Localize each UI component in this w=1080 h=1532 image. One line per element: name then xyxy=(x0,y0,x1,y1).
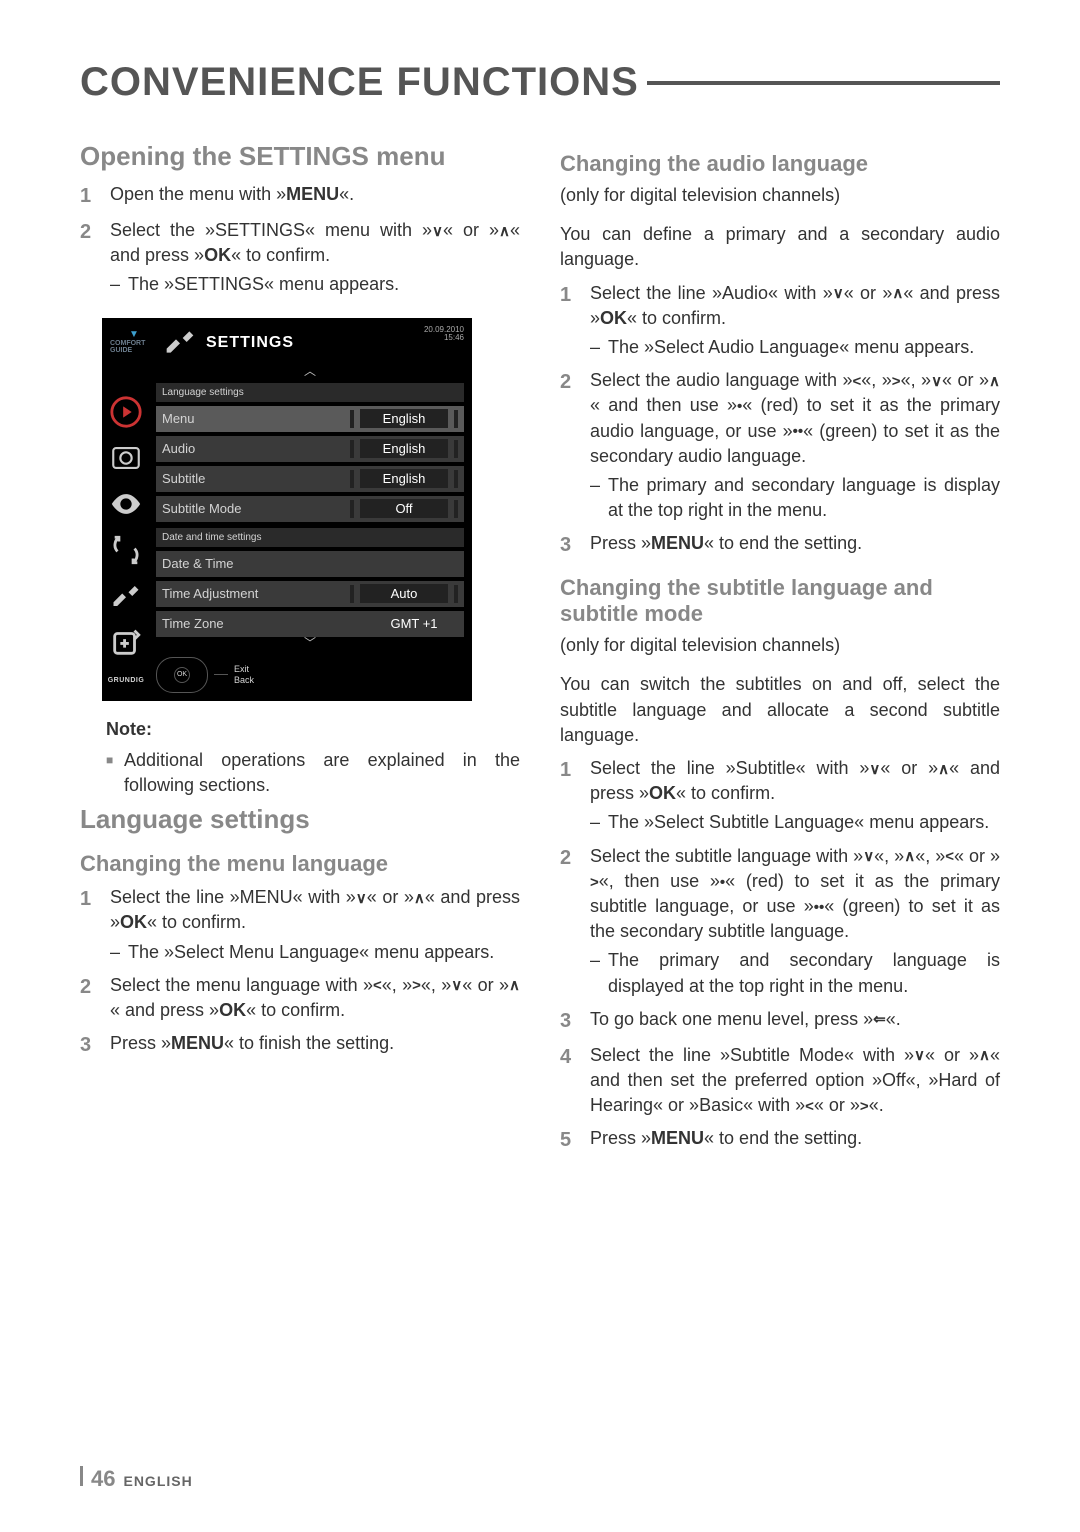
tv-row-subtitle: Subtitle English xyxy=(156,466,464,492)
title-text: CONVENIENCE FUNCTIONS xyxy=(80,60,639,105)
brand-label: GRUNDIG xyxy=(108,671,145,684)
step-number: 2 xyxy=(560,844,590,999)
tv-row-val: English xyxy=(360,409,448,428)
note-body: Additional operations are explained in t… xyxy=(106,748,520,798)
tv-row-time-zone: Time Zone GMT +1 xyxy=(156,611,464,637)
tv-row-audio: Audio English xyxy=(156,436,464,462)
tv-row-key: Menu xyxy=(162,411,344,426)
footer-lang: ENGLISH xyxy=(123,1473,192,1489)
tv-row-val: English xyxy=(360,469,448,488)
tv-row-val: GMT +1 xyxy=(370,614,458,633)
tv-datetime: 20.09.201015:46 xyxy=(424,326,464,344)
steps-audio-lang: 1 Select the line »Audio« with »∨« or »∧… xyxy=(560,281,1000,560)
heading-change-menu-lang: Changing the menu language xyxy=(80,851,520,877)
step-number: 4 xyxy=(560,1043,590,1119)
step-number: 1 xyxy=(560,281,590,361)
tv-row-val: English xyxy=(360,439,448,458)
step-number: 2 xyxy=(80,973,110,1023)
heading-change-subtitle: Changing the subtitle language and subti… xyxy=(560,575,1000,627)
tv-section-label: Date and time settings xyxy=(156,528,464,547)
power-icon xyxy=(109,625,143,659)
tv-row-key: Time Adjustment xyxy=(162,586,344,601)
step-sub: The »Select Subtitle Language« menu appe… xyxy=(590,810,1000,835)
tv-row-key: Audio xyxy=(162,441,344,456)
step-body: Select the line »Subtitle Mode« with »∨«… xyxy=(590,1043,1000,1119)
tv-row-datetime: Date & Time xyxy=(156,551,464,577)
heading-change-audio-lang: Changing the audio language xyxy=(560,151,1000,177)
eye-icon xyxy=(109,487,143,521)
subnote: (only for digital television channels) xyxy=(560,183,1000,208)
left-column: Opening the SETTINGS menu 1 Open the men… xyxy=(80,135,520,1168)
step-body: Press »MENU« to finish the setting. xyxy=(110,1031,520,1059)
tv-row-subtitle-mode: Subtitle Mode Off xyxy=(156,496,464,522)
step-number: 3 xyxy=(560,1007,590,1035)
steps-subtitle: 1 Select the line »Subtitle« with »∨« or… xyxy=(560,756,1000,1154)
chevron-down-icon: ▼ xyxy=(110,330,158,340)
tv-row-key: Subtitle Mode xyxy=(162,501,344,516)
tv-row-menu: Menu English xyxy=(156,406,464,432)
paragraph: You can switch the subtitles on and off,… xyxy=(560,672,1000,748)
step-body: Select the line »MENU« with »∨« or »∧« a… xyxy=(110,885,520,965)
tools-icon xyxy=(164,326,196,361)
step-number: 5 xyxy=(560,1126,590,1154)
title-rule xyxy=(647,81,1000,85)
heading-language-settings: Language settings xyxy=(80,804,520,835)
remote-ok-icon xyxy=(156,657,208,693)
step-number: 2 xyxy=(80,218,110,298)
footer-bar xyxy=(80,1466,83,1486)
step-number: 1 xyxy=(80,182,110,210)
paragraph: You can define a primary and a secondary… xyxy=(560,222,1000,272)
step-number: 2 xyxy=(560,368,590,523)
tv-footer: ExitBack xyxy=(156,649,464,693)
step-number: 3 xyxy=(80,1031,110,1059)
tv-title: SETTINGS xyxy=(206,334,294,352)
steps-opening: 1 Open the menu with »MENU«. 2 Select th… xyxy=(80,182,520,298)
step-body: Select the audio language with »<«, »>«,… xyxy=(590,368,1000,523)
page-footer: 46 ENGLISH xyxy=(80,1466,193,1492)
tv-row-time-adjust: Time Adjustment Auto xyxy=(156,581,464,607)
tv-settings-screenshot: ▼ COMFORTGUIDE SETTINGS 20.09.201015:46 xyxy=(102,318,472,701)
tv-row-val: Off xyxy=(360,499,448,518)
note-title: Note: xyxy=(106,717,520,742)
page-title: CONVENIENCE FUNCTIONS xyxy=(80,60,1000,105)
step-sub: The primary and secondary language is di… xyxy=(590,948,1000,998)
step-number: 1 xyxy=(560,756,590,836)
arrows-icon xyxy=(109,533,143,567)
right-column: Changing the audio language (only for di… xyxy=(560,135,1000,1168)
note-block: Note: Additional operations are explaine… xyxy=(106,717,520,799)
step-body: Select the subtitle language with »∨«, »… xyxy=(590,844,1000,999)
heading-opening-settings: Opening the SETTINGS menu xyxy=(80,141,520,172)
play-icon xyxy=(109,395,143,429)
step-body: To go back one menu level, press »⇐«. xyxy=(590,1007,1000,1035)
step-body: Select the line »Subtitle« with »∨« or »… xyxy=(590,756,1000,836)
chevron-up-icon: ︿ xyxy=(156,365,464,377)
step-body: Select the line »Audio« with »∨« or »∧« … xyxy=(590,281,1000,361)
step-body: Open the menu with »MENU«. xyxy=(110,182,520,210)
tv-section-label: Language settings xyxy=(156,383,464,402)
tv-footer-text: ExitBack xyxy=(234,664,254,686)
subnote: (only for digital television channels) xyxy=(560,633,1000,658)
chevron-down-icon: ﹀ xyxy=(156,637,464,649)
step-sub: The primary and secondary language is di… xyxy=(590,473,1000,523)
step-number: 3 xyxy=(560,531,590,559)
dish-icon xyxy=(109,441,143,475)
page-number: 46 xyxy=(91,1466,115,1492)
tv-row-key: Subtitle xyxy=(162,471,344,486)
step-number: 1 xyxy=(80,885,110,965)
step-sub: The »Select Menu Language« menu appears. xyxy=(110,940,520,965)
step-body: Select the menu language with »<«, »>«, … xyxy=(110,973,520,1023)
comfort-guide-label: ▼ COMFORTGUIDE xyxy=(110,326,160,354)
tv-sidebar: GRUNDIG xyxy=(102,365,150,693)
step-sub: The »Select Audio Language« menu appears… xyxy=(590,335,1000,360)
tv-row-val: Auto xyxy=(360,584,448,603)
step-body: Select the »SETTINGS« menu with »∨« or »… xyxy=(110,218,520,298)
tools-icon xyxy=(109,579,143,613)
step-sub: The »SETTINGS« menu appears. xyxy=(110,272,520,297)
steps-menu-lang: 1 Select the line »MENU« with »∨« or »∧«… xyxy=(80,885,520,1059)
tv-row-key: Date & Time xyxy=(162,556,458,571)
step-body: Press »MENU« to end the setting. xyxy=(590,1126,1000,1154)
step-body: Press »MENU« to end the setting. xyxy=(590,531,1000,559)
tv-row-key: Time Zone xyxy=(162,616,364,631)
